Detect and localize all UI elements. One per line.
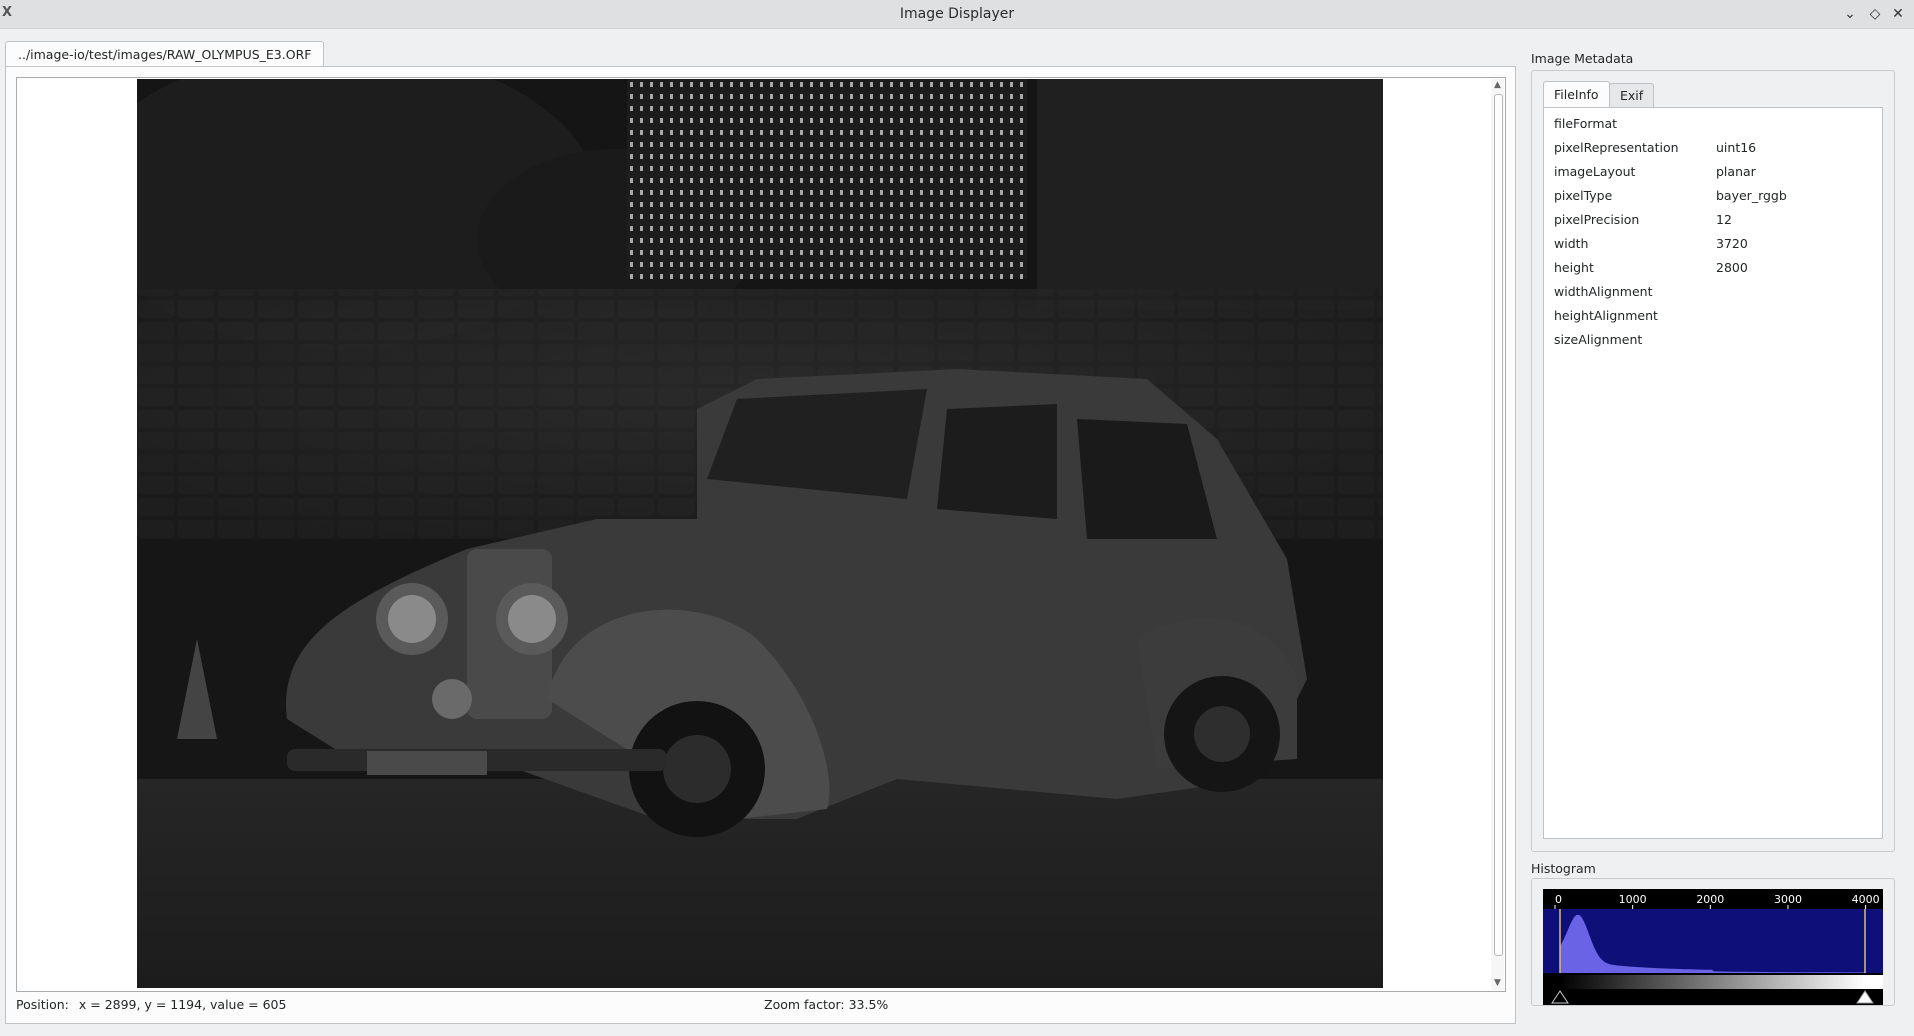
histogram-tick-label: 4000 [1852, 893, 1880, 906]
metadata-row-width: width 3720 [1554, 232, 1874, 256]
minimize-icon[interactable]: ⌄ [1841, 5, 1859, 23]
document-tab[interactable]: ../image-io/test/images/RAW_OLYMPUS_E3.O… [5, 41, 325, 68]
scrollbar-thumb[interactable] [1494, 94, 1503, 956]
metadata-value: planar [1716, 164, 1756, 179]
metadata-row-sizeAlignment: sizeAlignment [1554, 328, 1874, 352]
histogram-group-title: Histogram [1531, 861, 1596, 876]
metadata-row-pixelRepresentation: pixelRepresentation uint16 [1554, 136, 1874, 160]
metadata-value: 2800 [1716, 260, 1748, 275]
metadata-group-title: Image Metadata [1531, 51, 1634, 66]
position-label: Position: [16, 997, 69, 1012]
metadata-key: pixelRepresentation [1554, 140, 1679, 155]
metadata-key: imageLayout [1554, 164, 1636, 179]
metadata-row-fileFormat: fileFormat [1554, 112, 1874, 136]
image-viewer[interactable]: ▲ ▼ [16, 77, 1506, 992]
window-titlebar: X Image Displayer ⌄ ◇ ✕ [0, 0, 1914, 29]
metadata-value: 3720 [1716, 236, 1748, 251]
metadata-key: width [1554, 236, 1589, 251]
histogram-tick-label: 2000 [1696, 893, 1724, 906]
car-photo-illustration [137, 79, 1383, 988]
raw-image[interactable] [137, 79, 1383, 988]
metadata-value: uint16 [1716, 140, 1757, 155]
histogram-widget[interactable]: 0 1000 2000 3000 4000 [1543, 889, 1883, 1005]
fileinfo-table: fileFormat pixelRepresentation uint16 image… [1543, 107, 1883, 839]
metadata-key: fileFormat [1554, 116, 1618, 131]
tab-exif[interactable]: Exif [1609, 83, 1655, 108]
histogram-tick-label: 3000 [1774, 893, 1802, 906]
metadata-key: sizeAlignment [1554, 332, 1643, 347]
metadata-row-imageLayout: imageLayout planar [1554, 160, 1874, 184]
metadata-value: 12 [1716, 212, 1732, 227]
close-icon[interactable]: ✕ [1889, 5, 1907, 23]
tab-fileinfo[interactable]: FileInfo [1543, 81, 1610, 108]
metadata-key: widthAlignment [1554, 284, 1653, 299]
metadata-key: pixelPrecision [1554, 212, 1640, 227]
scroll-down-icon[interactable]: ▼ [1491, 977, 1504, 990]
metadata-key: heightAlignment [1554, 308, 1658, 323]
maximize-icon[interactable]: ◇ [1866, 5, 1884, 23]
vertical-scrollbar[interactable]: ▲ ▼ [1491, 79, 1504, 990]
zoom-factor: Zoom factor: 33.5% [764, 997, 889, 1012]
position-value: x = 2899, y = 1194, value = 605 [78, 997, 287, 1012]
metadata-row-heightAlignment: heightAlignment [1554, 304, 1874, 328]
metadata-row-pixelType: pixelType bayer_rggb [1554, 184, 1874, 208]
window-title: Image Displayer [899, 6, 1015, 22]
metadata-key: pixelType [1554, 188, 1613, 203]
metadata-row-widthAlignment: widthAlignment [1554, 280, 1874, 304]
metadata-key: height [1554, 260, 1594, 275]
histogram-tick-label: 1000 [1619, 893, 1647, 906]
histogram-tick-label: 0 [1555, 893, 1562, 906]
grayscale-ramp [1543, 975, 1883, 989]
histogram-chart: 0 1000 2000 3000 4000 [1543, 889, 1883, 1005]
metadata-row-height: height 2800 [1554, 256, 1874, 280]
metadata-value: bayer_rggb [1716, 188, 1787, 203]
scroll-up-icon[interactable]: ▲ [1491, 79, 1504, 92]
metadata-row-pixelPrecision: pixelPrecision 12 [1554, 208, 1874, 232]
position-readout: Position: x = 2899, y = 1194, value = 60… [16, 997, 286, 1012]
